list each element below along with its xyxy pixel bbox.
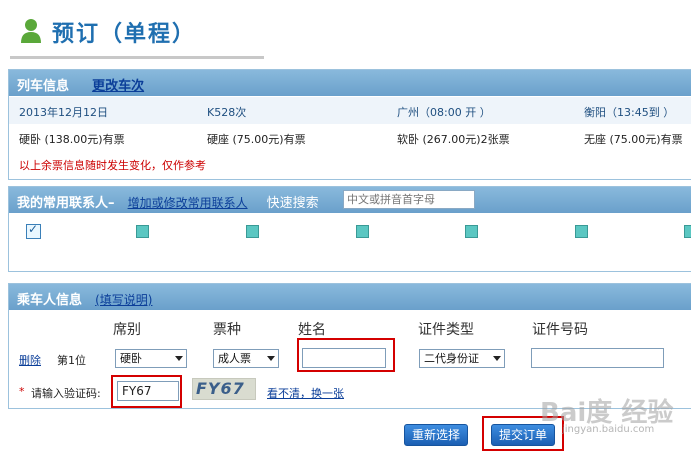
seat-class-value: 硬卧 bbox=[120, 352, 142, 365]
contacts-title: 我的常用联系人 bbox=[17, 196, 109, 211]
passenger-header: 乘车人信息 (填写说明) bbox=[9, 284, 691, 310]
arrival-station: 衡阳（13:45到 ） bbox=[584, 106, 675, 119]
seat-availability-standing: 无座 (75.00元)有票 bbox=[584, 133, 683, 146]
column-id-number: 证件号码 bbox=[532, 322, 588, 338]
column-seat-class: 席别 bbox=[113, 322, 141, 338]
contacts-panel: 我的常用联系人– 增加或修改常用联系人 快速搜索 bbox=[8, 186, 691, 272]
train-info-panel: 列车信息 更改车次 2013年12月12日 K528次 广州（08:00 开 ）… bbox=[8, 69, 691, 180]
departure-station: 广州（08:00 开 ） bbox=[397, 106, 491, 119]
manage-contacts-link[interactable]: 增加或修改常用联系人 bbox=[128, 196, 248, 210]
quick-search-label: 快速搜索 bbox=[266, 196, 319, 211]
title-underline bbox=[10, 56, 264, 59]
travel-date: 2013年12月12日 bbox=[19, 106, 108, 119]
contacts-header: 我的常用联系人– 增加或修改常用联系人 快速搜索 bbox=[9, 187, 691, 213]
page-title: 预订（单程） bbox=[52, 22, 197, 47]
seat-class-select[interactable]: 硬卧 bbox=[115, 349, 187, 368]
delete-passenger-link[interactable]: 删除 bbox=[19, 352, 41, 368]
captcha-image: FY67 bbox=[192, 378, 256, 400]
contact-checkbox-4[interactable] bbox=[356, 225, 369, 238]
train-summary-row: 2013年12月12日 K528次 广州（08:00 开 ） 衡阳（13:45到… bbox=[9, 97, 691, 124]
contact-checkbox-3[interactable] bbox=[246, 225, 259, 238]
ticket-type-value: 成人票 bbox=[218, 352, 251, 365]
train-number: K528次 bbox=[207, 106, 247, 119]
availability-note: 以上余票信息随时发生变化，仅作参考 bbox=[19, 159, 206, 172]
highlight-name bbox=[297, 338, 395, 372]
column-name: 姓名 bbox=[298, 322, 326, 338]
contact-checkbox-1[interactable] bbox=[26, 222, 41, 239]
ticket-type-select[interactable]: 成人票 bbox=[213, 349, 279, 368]
chevron-down-icon bbox=[267, 356, 275, 361]
column-ticket-type: 票种 bbox=[213, 322, 241, 338]
contact-checkbox-2[interactable] bbox=[136, 225, 149, 238]
train-info-header: 列车信息 更改车次 bbox=[9, 70, 691, 96]
watermark-url: jingyan.baidu.com bbox=[562, 424, 655, 435]
contact-checkbox-7[interactable] bbox=[684, 225, 691, 238]
highlight-captcha bbox=[111, 375, 182, 408]
fill-help-link[interactable]: (填写说明) bbox=[95, 293, 152, 307]
passenger-title: 乘车人信息 bbox=[17, 293, 83, 308]
chevron-down-icon bbox=[493, 356, 501, 361]
passenger-panel: 乘车人信息 (填写说明) 席别 票种 姓名 证件类型 证件号码 删除 第1位 硬… bbox=[8, 283, 691, 409]
id-type-value: 二代身份证 bbox=[424, 352, 479, 365]
column-id-type: 证件类型 bbox=[418, 322, 474, 338]
change-train-link[interactable]: 更改车次 bbox=[92, 79, 144, 94]
captcha-label: 请输入验证码: bbox=[31, 387, 101, 400]
passenger-position: 第1位 bbox=[57, 354, 86, 367]
seat-availability-hard-sleeper: 硬卧 (138.00元)有票 bbox=[19, 133, 125, 146]
required-star: * bbox=[19, 385, 25, 398]
chevron-down-icon bbox=[175, 356, 183, 361]
contacts-dash: – bbox=[108, 196, 115, 211]
user-icon bbox=[20, 18, 42, 44]
id-type-select[interactable]: 二代身份证 bbox=[419, 349, 505, 368]
captcha-image-text: FY67 bbox=[196, 379, 245, 398]
contact-search-input[interactable] bbox=[343, 190, 475, 209]
id-number-input[interactable] bbox=[531, 348, 664, 368]
reset-button[interactable]: 重新选择 bbox=[404, 424, 468, 446]
seat-availability-hard-seat: 硬座 (75.00元)有票 bbox=[207, 133, 306, 146]
train-info-title: 列车信息 bbox=[17, 79, 70, 94]
refresh-captcha-link[interactable]: 看不清，换一张 bbox=[267, 385, 344, 401]
seat-availability-soft-sleeper: 软卧 (267.00元)2张票 bbox=[397, 133, 510, 146]
contact-checkbox-5[interactable] bbox=[465, 225, 478, 238]
contact-checkbox-6[interactable] bbox=[575, 225, 588, 238]
